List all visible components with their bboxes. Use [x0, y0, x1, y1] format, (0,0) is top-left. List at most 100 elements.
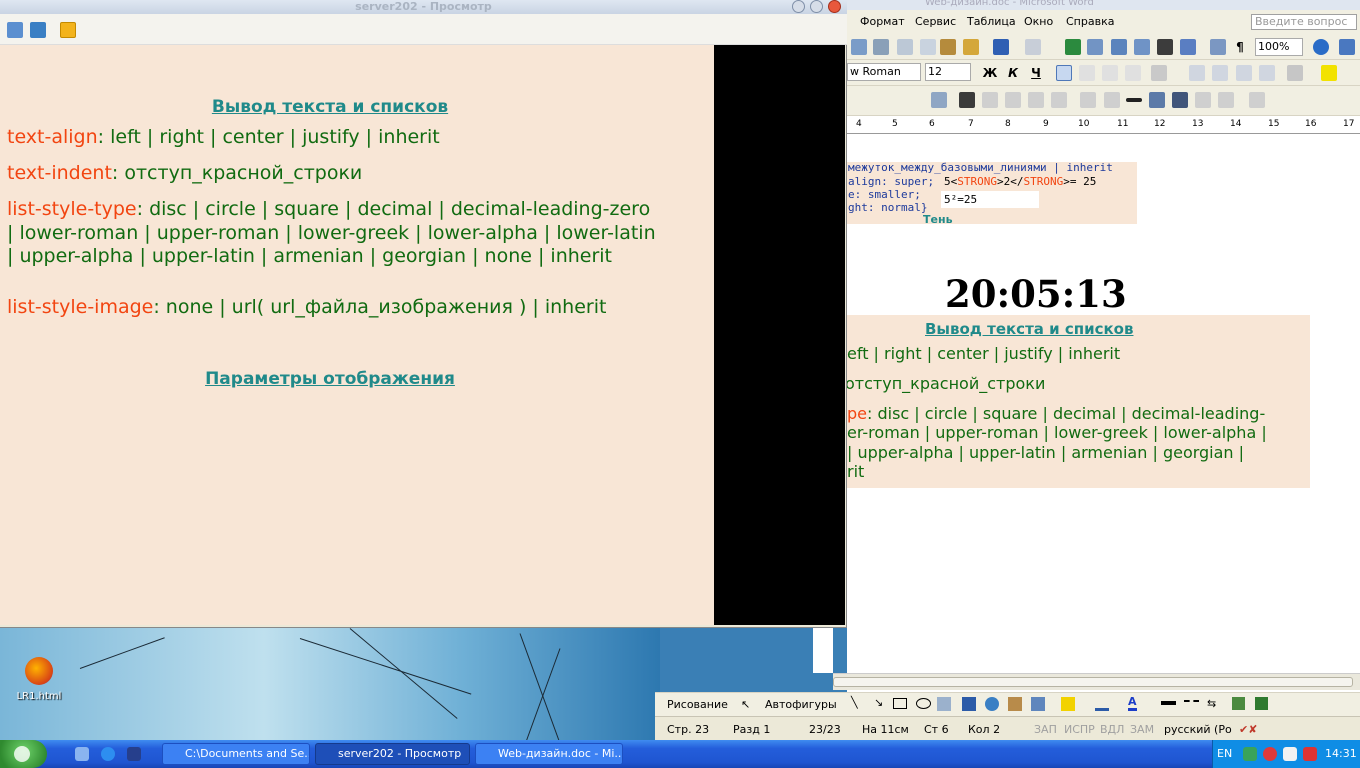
justify-icon[interactable]: [1125, 65, 1141, 81]
status-trk[interactable]: ИСПР: [1064, 723, 1095, 736]
rectangle-icon[interactable]: [893, 698, 907, 709]
3d-style-icon[interactable]: [1255, 697, 1268, 710]
bullets-icon[interactable]: [1212, 65, 1228, 81]
autoshapes-menu[interactable]: Автофигуры: [765, 698, 837, 711]
tools-icon[interactable]: [30, 22, 46, 38]
show-hide-icon[interactable]: ¶: [1232, 39, 1248, 55]
redo-icon[interactable]: [1025, 39, 1041, 55]
task-viewer[interactable]: server202 - Просмотр: [315, 743, 470, 765]
numbering-icon[interactable]: [1189, 65, 1205, 81]
paste-icon[interactable]: [940, 39, 956, 55]
reset-picture-icon[interactable]: [1249, 92, 1265, 108]
maximize-button[interactable]: [810, 0, 823, 13]
bold-button[interactable]: Ж: [982, 65, 998, 81]
viewer-titlebar[interactable]: server202 - Просмотр: [0, 0, 847, 14]
text-wrap-icon[interactable]: [1172, 92, 1188, 108]
columns-icon[interactable]: [1157, 39, 1173, 55]
heading-text-lists[interactable]: Вывод текста и списков: [0, 97, 660, 117]
security-icon[interactable]: [1303, 747, 1317, 761]
brightness-icon[interactable]: [1005, 92, 1021, 108]
task-word[interactable]: Web-дизайн.doc - Mi...: [475, 743, 623, 765]
tables-borders-icon[interactable]: [1087, 39, 1103, 55]
status-ext[interactable]: ВДЛ: [1100, 723, 1124, 736]
rotate-icon[interactable]: [1104, 92, 1120, 108]
print-preview-icon[interactable]: [873, 39, 889, 55]
highlight-icon[interactable]: [1321, 65, 1337, 81]
horizontal-ruler[interactable]: 4 5 6 7 8 9 10 11 12 13 14 15 16 17: [847, 116, 1360, 134]
clipart-icon[interactable]: [1008, 697, 1022, 711]
read-icon[interactable]: [1339, 39, 1355, 55]
word-titlebar[interactable]: Web-дизайн.doc - Microsoft Word: [847, 0, 1360, 10]
clock-time[interactable]: 14:31: [1325, 747, 1357, 760]
line-style-icon[interactable]: [1126, 98, 1142, 102]
media-icon[interactable]: [127, 747, 141, 761]
dash-style-icon[interactable]: [1184, 700, 1199, 704]
antivirus-icon[interactable]: [1263, 747, 1277, 761]
diagram-icon[interactable]: [985, 697, 999, 711]
document-area[interactable]: межуток_между_базовыми_линиями | inherit…: [847, 134, 1360, 674]
decrease-indent-icon[interactable]: [1236, 65, 1252, 81]
line-spacing-icon[interactable]: [1151, 65, 1167, 81]
arrow-icon[interactable]: ↘: [874, 696, 883, 709]
minimize-button[interactable]: [792, 0, 805, 13]
ask-question-input[interactable]: Введите вопрос: [1251, 14, 1357, 30]
window-icon[interactable]: [7, 22, 23, 38]
document-map-icon[interactable]: [1210, 39, 1226, 55]
line-weight-icon[interactable]: [1161, 701, 1176, 705]
menu-help[interactable]: Справка: [1066, 15, 1114, 28]
status-ovr[interactable]: ЗАМ: [1130, 723, 1154, 736]
draw-menu[interactable]: Рисование: [667, 698, 728, 711]
increase-indent-icon[interactable]: [1259, 65, 1275, 81]
language-indicator[interactable]: EN: [1217, 747, 1232, 760]
font-select[interactable]: w Roman: [847, 63, 921, 81]
hyperlink-icon[interactable]: [1065, 39, 1081, 55]
cut-icon[interactable]: [897, 39, 913, 55]
borders-icon[interactable]: [1287, 65, 1303, 81]
menu-format[interactable]: Формат: [860, 15, 905, 28]
task-explorer[interactable]: C:\Documents and Se...: [162, 743, 310, 765]
stop-icon[interactable]: [60, 22, 76, 38]
font-size-select[interactable]: 12: [925, 63, 971, 81]
more-brightness-icon[interactable]: [1051, 92, 1067, 108]
volume-icon[interactable]: [1283, 747, 1297, 761]
contrast-icon[interactable]: [982, 92, 998, 108]
insert-picture-icon[interactable]: [931, 92, 947, 108]
less-brightness-icon[interactable]: [1028, 92, 1044, 108]
scroll-thumb[interactable]: [833, 677, 1353, 687]
picture-icon[interactable]: [1031, 697, 1045, 711]
align-left-icon[interactable]: [1056, 65, 1072, 81]
help-icon[interactable]: [1313, 39, 1329, 55]
italic-button[interactable]: К: [1005, 65, 1021, 81]
arrow-style-icon[interactable]: ⇆: [1207, 697, 1216, 710]
horizontal-scrollbar[interactable]: [833, 673, 1360, 690]
select-objects-icon[interactable]: ↖: [741, 698, 750, 711]
vertical-ruler[interactable]: [813, 628, 833, 673]
research-icon[interactable]: [851, 39, 867, 55]
fill-color-icon[interactable]: [1061, 697, 1075, 711]
menu-window[interactable]: Окно: [1024, 15, 1053, 28]
spelling-icon[interactable]: ✔✘: [1239, 723, 1257, 736]
insert-table-icon[interactable]: [1111, 39, 1127, 55]
insert-excel-icon[interactable]: [1134, 39, 1150, 55]
font-color-icon[interactable]: A: [1128, 695, 1137, 711]
shadow-style-icon[interactable]: [1232, 697, 1245, 710]
network-icon[interactable]: [1243, 747, 1257, 761]
zoom-select[interactable]: 100%: [1255, 38, 1303, 56]
format-picture-icon[interactable]: [1195, 92, 1211, 108]
image-control-icon[interactable]: [959, 92, 975, 108]
align-center-icon[interactable]: [1079, 65, 1095, 81]
heading-display-params[interactable]: Параметры отображения: [0, 369, 660, 389]
underline-button[interactable]: Ч: [1028, 65, 1044, 81]
start-button[interactable]: [0, 740, 47, 768]
menu-tools[interactable]: Сервис: [915, 15, 956, 28]
align-right-icon[interactable]: [1102, 65, 1118, 81]
close-button[interactable]: [828, 0, 841, 13]
compress-icon[interactable]: [1149, 92, 1165, 108]
desktop-icon-lr1[interactable]: LR1.html: [14, 657, 64, 702]
wordart-icon[interactable]: [962, 697, 976, 711]
line-icon[interactable]: ╲: [851, 696, 858, 709]
crop-icon[interactable]: [1080, 92, 1096, 108]
oval-icon[interactable]: [916, 698, 931, 709]
set-transparent-icon[interactable]: [1218, 92, 1234, 108]
menu-table[interactable]: Таблица: [967, 15, 1016, 28]
